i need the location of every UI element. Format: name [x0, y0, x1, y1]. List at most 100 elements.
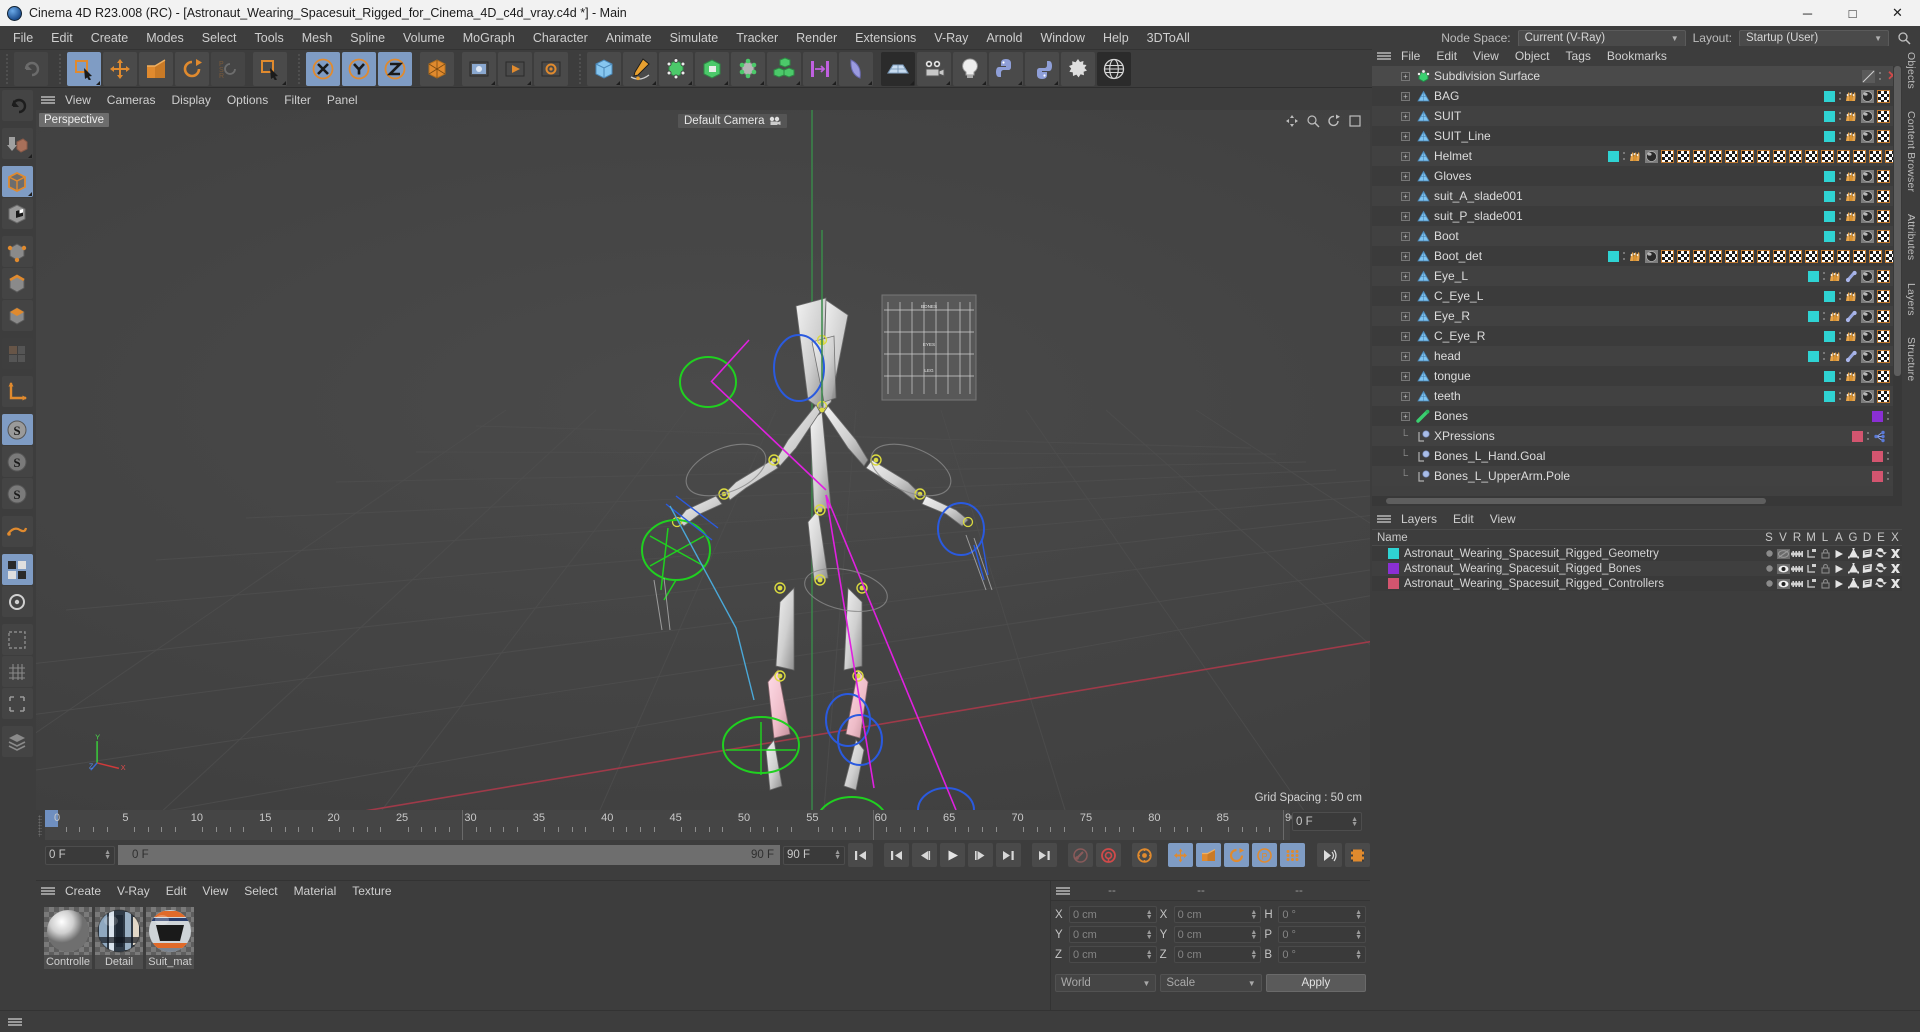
texture-tag-icon[interactable] — [1757, 149, 1770, 163]
visibility-toggle-icon[interactable] — [1776, 547, 1790, 560]
layer-color-swatch[interactable] — [1388, 548, 1399, 559]
object-row[interactable]: + C_Eye_L — [1372, 286, 1902, 306]
layer-color-swatch[interactable] — [1824, 370, 1835, 382]
visibility-dots-icon[interactable] — [1822, 350, 1826, 362]
texture-tag-icon[interactable] — [1693, 249, 1706, 263]
size-field[interactable]: 0 cm ▲ ▼ — [1173, 926, 1262, 943]
expand-toggle-icon[interactable]: + — [1401, 371, 1410, 381]
workplane-button[interactable] — [1, 516, 33, 547]
size-field[interactable]: 0 cm ▲ ▼ — [1173, 946, 1262, 963]
visibility-dots-icon[interactable] — [1822, 310, 1826, 322]
menu-select[interactable]: Select — [193, 26, 246, 50]
material-list[interactable]: Controlle Detail Suit_mat — [36, 901, 1096, 969]
viewport-grid-button[interactable] — [1, 656, 33, 687]
material-thumbnail[interactable] — [146, 907, 194, 955]
material-item[interactable]: Suit_mat — [146, 907, 194, 969]
layer-color-swatch[interactable] — [1808, 270, 1819, 282]
maximize-button[interactable]: □ — [1830, 0, 1875, 26]
generator-toggle-icon[interactable] — [1846, 577, 1860, 590]
pen-spline-button[interactable] — [623, 51, 657, 86]
menu-modes[interactable]: Modes — [137, 26, 193, 50]
texture-tag-icon[interactable] — [1877, 289, 1890, 303]
viewport-clip-button[interactable] — [1, 624, 33, 655]
fur-tag-icon[interactable] — [1845, 130, 1858, 143]
visibility-dots-icon[interactable] — [1838, 390, 1842, 402]
texture-tag-icon[interactable] — [1821, 249, 1834, 263]
texture-tag-icon[interactable] — [1837, 249, 1850, 263]
layer-color-swatch[interactable] — [1824, 390, 1835, 402]
layer-color-swatch[interactable] — [1608, 150, 1619, 162]
autokeying-button[interactable] — [1096, 843, 1121, 867]
expression-toggle-icon[interactable] — [1874, 547, 1888, 560]
viewport-menu-options[interactable]: Options — [219, 90, 276, 110]
menu-spline[interactable]: Spline — [341, 26, 394, 50]
menu-tools[interactable]: Tools — [246, 26, 293, 50]
menu-3dtoall[interactable]: 3DToAll — [1138, 26, 1199, 50]
expand-toggle-icon[interactable]: + — [1401, 151, 1410, 161]
layer-color-swatch[interactable] — [1824, 170, 1835, 182]
search-icon[interactable] — [1896, 30, 1912, 46]
toolbar-grip[interactable] — [577, 53, 584, 84]
spinner-icon[interactable]: ▲ ▼ — [1351, 816, 1358, 828]
expand-toggle-icon[interactable]: + — [1401, 131, 1410, 141]
edge-mode-button[interactable] — [1, 268, 33, 299]
expand-toggle-icon[interactable]: + — [1401, 351, 1410, 361]
light-button[interactable] — [953, 51, 987, 86]
expand-toggle-icon[interactable]: + — [1401, 311, 1410, 321]
timeline-range-bar[interactable]: 0 F 90 F — [118, 845, 780, 865]
expand-toggle-icon[interactable]: + — [1401, 231, 1410, 241]
object-row[interactable]: + Eye_L — [1372, 266, 1902, 286]
layer-color-swatch[interactable] — [1824, 290, 1835, 302]
object-row[interactable]: + Bones — [1372, 406, 1902, 426]
expression-toggle-icon[interactable] — [1874, 577, 1888, 590]
render-toggle-icon[interactable] — [1790, 562, 1804, 575]
layer-color-swatch[interactable] — [1824, 130, 1835, 142]
layer-color-swatch[interactable] — [1872, 410, 1883, 422]
object-row[interactable]: + C_Eye_R — [1372, 326, 1902, 346]
layer-color-swatch[interactable] — [1808, 310, 1819, 322]
vray-material-tag-icon[interactable] — [1861, 289, 1874, 303]
object-row[interactable]: + teeth — [1372, 386, 1902, 406]
make-editable-button[interactable] — [1, 128, 33, 159]
menu-window[interactable]: Window — [1031, 26, 1093, 50]
layer-color-swatch[interactable] — [1824, 330, 1835, 342]
visibility-dots-icon[interactable] — [1838, 130, 1842, 142]
animation-toggle-icon[interactable] — [1832, 562, 1846, 575]
layer-color-swatch[interactable] — [1824, 210, 1835, 222]
menu-create[interactable]: Create — [82, 26, 138, 50]
play-sound-button[interactable] — [1317, 843, 1342, 867]
viewport-3d[interactable]: Perspective Default Camera Grid Spacing … — [36, 110, 1370, 810]
vray-material-tag-icon[interactable] — [1861, 269, 1874, 283]
visibility-dots-icon[interactable] — [1838, 210, 1842, 222]
expand-toggle-icon[interactable]: + — [1401, 251, 1410, 261]
psr-tool-button[interactable]: PSR — [211, 51, 245, 86]
material-menu-edit[interactable]: Edit — [158, 881, 195, 901]
move-tool-button[interactable] — [103, 51, 137, 86]
position-field[interactable]: 0 cm ▲ ▼ — [1069, 906, 1157, 923]
visibility-dots-icon[interactable] — [1822, 270, 1826, 282]
spinner-icon[interactable]: ▲ ▼ — [1250, 909, 1257, 921]
texture-tag-icon[interactable] — [1877, 269, 1890, 283]
texture-tag-icon[interactable] — [1869, 149, 1882, 163]
layer-menu-edit[interactable]: Edit — [1445, 509, 1482, 529]
rotation-field[interactable]: 0 ° ▲ ▼ — [1278, 946, 1367, 963]
visibility-dots-icon[interactable] — [1622, 150, 1626, 162]
toolbar-grip[interactable] — [4, 53, 11, 84]
object-row[interactable]: └ XPressions — [1372, 426, 1902, 446]
object-row[interactable]: + tongue — [1372, 366, 1902, 386]
menu-mograph[interactable]: MoGraph — [454, 26, 524, 50]
viewport-menu-cameras[interactable]: Cameras — [99, 90, 164, 110]
point-mode-button[interactable] — [1, 236, 33, 267]
lock-y-axis-button[interactable] — [342, 51, 376, 86]
scale-key-button[interactable] — [1196, 843, 1221, 867]
spinner-icon[interactable]: ▲ ▼ — [1355, 949, 1362, 961]
visibility-dots-icon[interactable] — [1838, 230, 1842, 242]
visibility-dots-icon[interactable] — [1878, 70, 1882, 82]
undo-button[interactable] — [14, 51, 48, 86]
go-to-next-key-button[interactable] — [996, 843, 1021, 867]
content-browser-button[interactable] — [1097, 51, 1131, 86]
manager-toggle-icon[interactable] — [1804, 562, 1818, 575]
fur-tag-icon[interactable] — [1845, 210, 1858, 223]
solo-toggle-icon[interactable] — [1762, 547, 1776, 560]
vray-material-tag-icon[interactable] — [1861, 109, 1874, 123]
